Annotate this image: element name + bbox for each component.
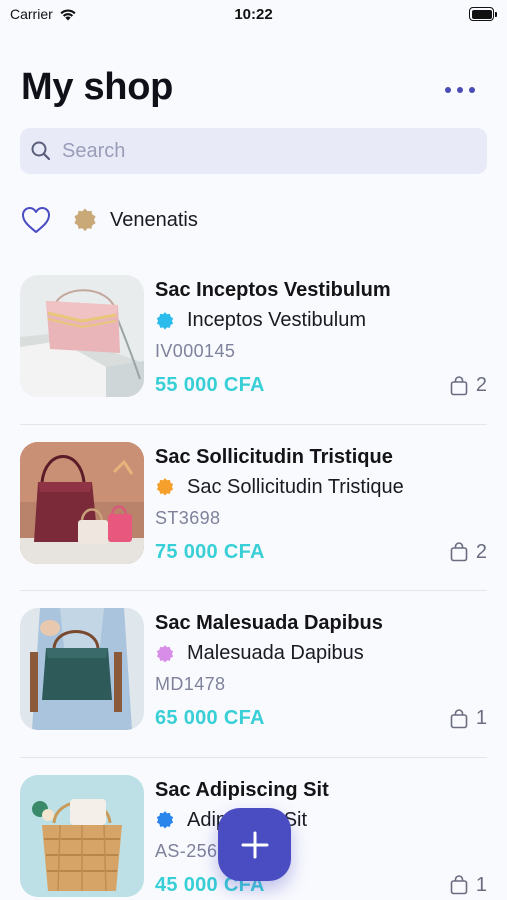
product-sku: MD1478: [155, 674, 226, 694]
product-name: Sac Inceptos Vestibulum: [155, 279, 391, 301]
ellipsis-dot: [469, 87, 475, 93]
product-price: 65 000 CFA: [155, 707, 265, 729]
filter-row: Venenatis: [20, 202, 198, 238]
product-name: Sac Malesuada Dapibus: [155, 612, 383, 634]
product-list: Sac Inceptos Vestibulum Inceptos Vestibu…: [0, 258, 507, 900]
stock-count: 1: [475, 873, 487, 896]
product-sku: IV000145: [155, 341, 236, 361]
ellipsis-dot: [457, 87, 463, 93]
product-image: [20, 275, 144, 397]
filter-chip-venenatis[interactable]: Venenatis: [72, 207, 198, 233]
stock-info: 1: [450, 874, 487, 897]
heart-outline-icon[interactable]: [20, 204, 52, 236]
badge-icon: [156, 644, 174, 663]
plus-icon: [241, 831, 268, 858]
product-row[interactable]: Sac Sollicitudin Tristique Sac Sollicitu…: [0, 425, 507, 591]
stock-count: 1: [475, 707, 487, 729]
badge-icon: [156, 311, 174, 330]
stock-info: 1: [450, 707, 487, 730]
page-title: My shop: [21, 66, 174, 108]
shopping-bag-icon: [450, 708, 468, 728]
product-sku: ST3698: [155, 507, 221, 528]
stock-count: 2: [475, 374, 487, 396]
stock-count: 2: [475, 540, 487, 563]
product-price: 75 000 CFA: [155, 540, 265, 563]
ellipsis-icon: [445, 87, 451, 93]
badge-icon: [156, 478, 174, 496]
product-name: Sac Adipiscing Sit: [155, 778, 329, 801]
product-image: [20, 608, 144, 730]
brand-line: Sac Sollicitudin Tristique: [155, 476, 404, 499]
brand-line: Inceptos Vestibulum: [155, 309, 366, 332]
product-image: [20, 774, 144, 897]
brand-label: Sac Sollicitudin Tristique: [187, 475, 404, 498]
search-bar[interactable]: [20, 128, 487, 174]
more-options-button[interactable]: [445, 78, 475, 102]
status-bar: Carrier 10:22: [0, 0, 507, 30]
product-image: [20, 441, 144, 564]
brand-label: Malesuada Dapibus: [187, 642, 364, 664]
product-row[interactable]: Sac Malesuada Dapibus Malesuada Dapibus …: [0, 591, 507, 758]
battery-icon: [469, 7, 497, 21]
shopping-bag-icon: [450, 875, 468, 895]
stock-info: 2: [450, 374, 487, 397]
badge-icon: [74, 208, 96, 232]
product-name: Sac Sollicitudin Tristique: [155, 445, 393, 468]
clock: 10:22: [234, 6, 273, 23]
badge-icon: [156, 811, 174, 829]
shopping-bag-icon: [450, 542, 468, 562]
filter-chip-label: Venenatis: [110, 208, 198, 231]
product-price: 55 000 CFA: [155, 374, 265, 396]
brand-label: Inceptos Vestibulum: [187, 309, 366, 331]
product-sku: AS-256: [155, 840, 218, 861]
product-row[interactable]: Sac Inceptos Vestibulum Inceptos Vestibu…: [0, 258, 507, 425]
add-product-button[interactable]: [218, 808, 291, 881]
shopping-bag-icon: [450, 375, 468, 395]
stock-info: 2: [450, 541, 487, 564]
brand-line: Malesuada Dapibus: [155, 642, 364, 665]
search-input[interactable]: [62, 139, 462, 163]
search-icon: [31, 141, 51, 161]
